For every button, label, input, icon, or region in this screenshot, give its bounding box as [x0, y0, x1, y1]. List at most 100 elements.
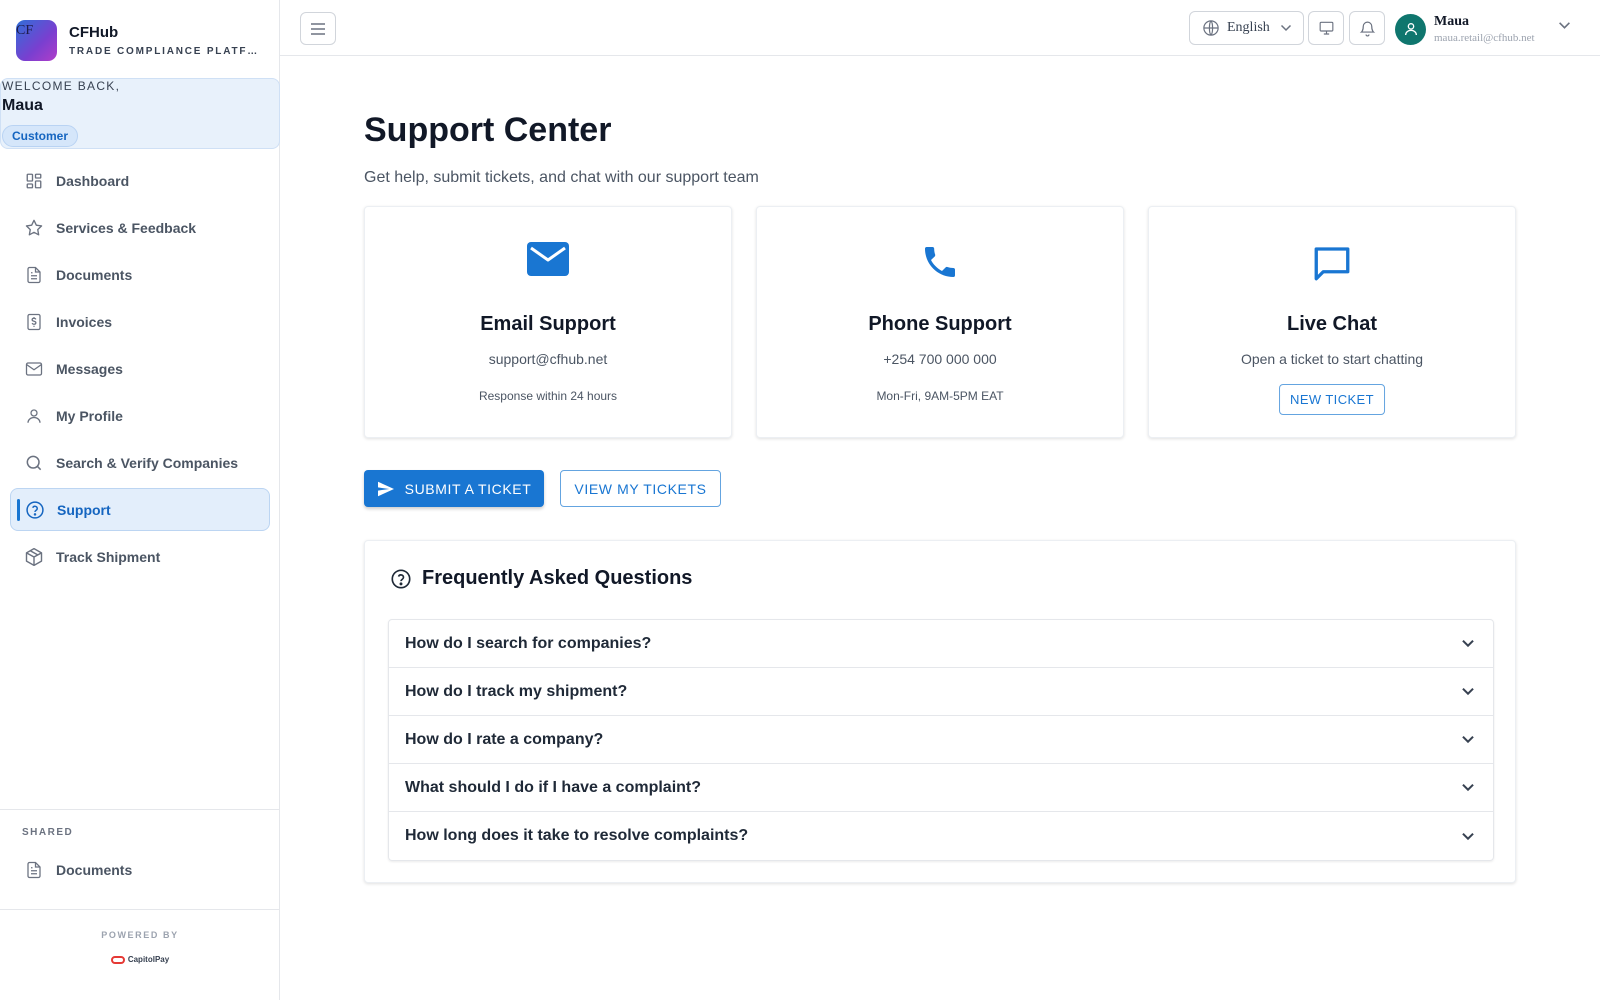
support-hours: Mon-Fri, 9AM-5PM EAT — [876, 389, 1004, 403]
chevron-down-icon — [1558, 21, 1571, 30]
card-title: Live Chat — [1286, 313, 1378, 335]
brand-logo-text: CF — [16, 23, 34, 38]
brand-logo: CF — [16, 20, 57, 61]
display-button[interactable] — [1308, 11, 1344, 45]
email-icon — [365, 242, 731, 276]
card-title: Email Support — [480, 313, 616, 335]
phone-icon — [757, 242, 1123, 282]
avatar — [1395, 13, 1426, 45]
email-support-card: Email Support support@cfhub.net Response… — [364, 206, 732, 438]
user-icon — [1403, 21, 1419, 37]
monitor-icon — [1318, 20, 1335, 36]
card-title: Phone Support — [868, 313, 1012, 335]
language-select[interactable]: English — [1189, 11, 1304, 45]
capitolpay-logo-mark — [110, 955, 125, 964]
document-icon — [24, 265, 44, 285]
chevron-down-icon — [1280, 24, 1292, 32]
sidebar: CF CFHub TRADE COMPLIANCE PLATFORM WELCO… — [0, 0, 280, 1000]
sidebar-item-label: Messages — [56, 360, 123, 377]
faq-accordion: How do I search for companies? How do I … — [388, 619, 1494, 861]
topbar: English Maua maua.retail@cfhub.net — [280, 0, 1600, 56]
sidebar-item-messages[interactable]: Messages — [10, 347, 270, 390]
sidebar-item-shared-documents[interactable]: Documents — [10, 848, 270, 891]
sidebar-item-support[interactable]: Support — [10, 488, 270, 531]
page-title: Support Center — [364, 111, 612, 149]
package-icon — [24, 547, 44, 567]
faq-question: What should I do if I have a complaint? — [405, 778, 702, 796]
user-menu[interactable]: Maua maua.retail@cfhub.net — [1395, 11, 1585, 47]
globe-icon — [1202, 19, 1220, 37]
sidebar-item-my-profile[interactable]: My Profile — [10, 394, 270, 437]
welcome-panel: WELCOME BACK, Maua Customer — [0, 78, 280, 149]
faq-question: How do I search for companies? — [405, 634, 652, 652]
sidebar-item-label: Dashboard — [56, 172, 130, 189]
chevron-down-icon — [1461, 832, 1475, 841]
sidebar-item-invoices[interactable]: Invoices — [10, 300, 270, 343]
response-time: Response within 24 hours — [478, 389, 618, 403]
faq-question: How do I track my shipment? — [405, 682, 628, 700]
chevron-down-icon — [1461, 639, 1475, 648]
welcome-user-name: Maua — [2, 97, 43, 114]
faq-item[interactable]: How do I rate a company? — [389, 716, 1493, 764]
view-tickets-button[interactable]: VIEW MY TICKETS — [560, 470, 721, 507]
capitolpay-logo[interactable]: CapitolPay — [110, 955, 170, 964]
live-chat-hint: Open a ticket to start chatting — [1240, 351, 1424, 367]
star-icon — [24, 218, 44, 238]
sidebar-item-label: Search & Verify Companies — [56, 454, 239, 471]
faq-question: How do I rate a company? — [405, 730, 604, 748]
sidebar-item-label: Documents — [56, 266, 133, 283]
dashboard-icon — [24, 171, 44, 191]
search-icon — [24, 453, 44, 473]
brand[interactable]: CF CFHub TRADE COMPLIANCE PLATFORM — [16, 20, 265, 61]
user-icon — [24, 406, 44, 426]
sidebar-item-services-feedback[interactable]: Services & Feedback — [10, 206, 270, 249]
sidebar-item-label: Documents — [56, 861, 133, 878]
submit-ticket-label: SUBMIT A TICKET — [404, 480, 532, 497]
shared-section: SHARED Documents — [0, 809, 280, 909]
faq-item[interactable]: How do I track my shipment? — [389, 668, 1493, 716]
sidebar-item-documents[interactable]: Documents — [10, 253, 270, 296]
chevron-down-icon — [1461, 735, 1475, 744]
phone-support-card: Phone Support +254 700 000 000 Mon-Fri, … — [756, 206, 1124, 438]
sidebar-item-label: My Profile — [56, 407, 123, 424]
support-phone[interactable]: +254 700 000 000 — [757, 351, 1123, 367]
chevron-down-icon — [1461, 687, 1475, 696]
brand-subtitle: TRADE COMPLIANCE PLATFORM — [69, 46, 265, 57]
sidebar-item-label: Invoices — [56, 313, 113, 330]
faq-item[interactable]: How do I search for companies? — [389, 620, 1493, 668]
faq-item[interactable]: How long does it take to resolve complai… — [389, 812, 1493, 860]
notifications-button[interactable] — [1349, 11, 1385, 45]
sidebar-item-label: Support — [57, 501, 111, 518]
sidebar-item-track-shipment[interactable]: Track Shipment — [10, 535, 270, 578]
language-label: English — [1227, 20, 1270, 35]
new-ticket-button[interactable]: NEW TICKET — [1279, 384, 1385, 415]
sidebar-nav: Dashboard Services & Feedback Documents … — [10, 159, 270, 582]
document-icon — [24, 860, 44, 880]
welcome-label: WELCOME BACK, — [2, 79, 121, 93]
page-subtitle: Get help, submit tickets, and chat with … — [364, 169, 759, 186]
live-chat-card: Live Chat Open a ticket to start chattin… — [1148, 206, 1516, 438]
support-email[interactable]: support@cfhub.net — [365, 351, 731, 367]
capitolpay-logo-text: CapitolPay — [127, 955, 170, 964]
sidebar-item-search-verify[interactable]: Search & Verify Companies — [10, 441, 270, 484]
help-circle-icon — [390, 568, 412, 590]
faq-title: Frequently Asked Questions — [422, 567, 693, 589]
menu-toggle-button[interactable] — [300, 12, 336, 45]
sidebar-item-dashboard[interactable]: Dashboard — [10, 159, 270, 202]
bell-icon — [1359, 20, 1376, 37]
faq-item[interactable]: What should I do if I have a complaint? — [389, 764, 1493, 812]
faq-question: How long does it take to resolve complai… — [405, 827, 749, 844]
role-badge: Customer — [2, 125, 79, 147]
faq-section: Frequently Asked Questions How do I sear… — [364, 540, 1516, 883]
view-tickets-label: VIEW MY TICKETS — [574, 480, 707, 497]
help-circle-icon — [25, 500, 45, 520]
send-icon — [377, 481, 395, 497]
invoice-icon — [24, 312, 44, 332]
chevron-down-icon — [1461, 783, 1475, 792]
chat-icon — [1149, 242, 1515, 284]
sidebar-item-label: Track Shipment — [56, 548, 161, 565]
powered-by-label: POWERED BY — [101, 930, 179, 940]
user-email: maua.retail@cfhub.net — [1434, 32, 1535, 44]
shared-section-label: SHARED — [22, 827, 74, 838]
submit-ticket-button[interactable]: SUBMIT A TICKET — [364, 470, 544, 507]
